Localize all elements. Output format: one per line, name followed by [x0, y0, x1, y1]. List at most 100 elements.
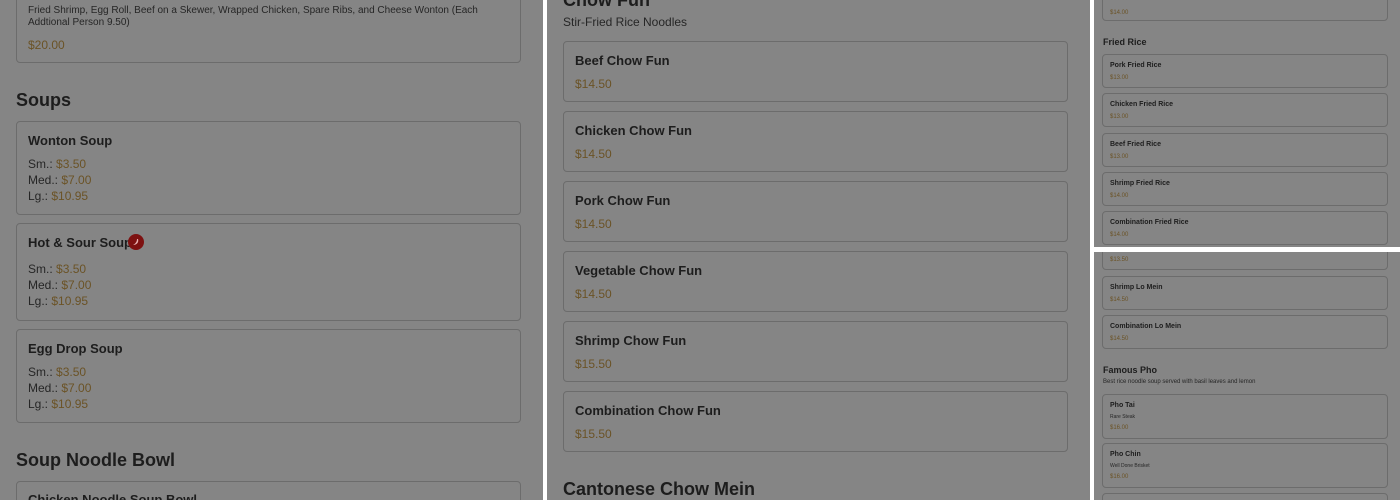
- item-name: Pork Fried Rice: [1110, 62, 1162, 69]
- menu-item-card[interactable]: $14.00: [1102, 0, 1388, 21]
- item-name: Vegetable Chow Fun: [575, 263, 703, 278]
- size-price-row: Sm.: $3.50: [28, 157, 86, 171]
- size-price-row: Med.: $7.00: [28, 278, 91, 292]
- item-name: Pho Tai: [1110, 402, 1135, 409]
- size-price: $3.50: [56, 262, 87, 276]
- size-label: Med.:: [28, 278, 59, 292]
- size-label: Lg.:: [28, 294, 49, 308]
- item-price: $14.00: [1110, 232, 1129, 238]
- item-name: Egg Drop Soup: [28, 341, 123, 356]
- menu-item-card[interactable]: Combination Fried Rice $14.00: [1102, 211, 1388, 245]
- item-name: Combination Chow Fun: [575, 403, 721, 418]
- menu-item-card[interactable]: Wonton Soup Sm.: $3.50 Med.: $7.00 Lg.: …: [16, 121, 521, 215]
- item-price: $14.50: [575, 287, 612, 301]
- item-price: $14.50: [575, 77, 612, 91]
- item-name: Shrimp Lo Mein: [1110, 284, 1163, 291]
- item-price: $13.00: [1110, 114, 1129, 120]
- menu-item-card[interactable]: Chicken Noodle Soup Bowl: [16, 481, 521, 500]
- item-name: Pork Chow Fun: [575, 193, 671, 208]
- item-subtitle: Well Done Brisket: [1110, 463, 1150, 469]
- section-title-fried-rice: Fried Rice: [1103, 37, 1147, 47]
- menu-item-card[interactable]: Beef Chow Fun $14.50: [563, 41, 1068, 102]
- size-label: Lg.:: [28, 189, 49, 203]
- menu-item-card[interactable]: Combination Chow Fun $15.50: [563, 391, 1068, 452]
- section-subtitle: Stir-Fried Rice Noodles: [563, 15, 688, 29]
- section-title-soups: Soups: [16, 90, 72, 110]
- item-price: $14.00: [1110, 10, 1129, 16]
- size-label: Sm.:: [28, 365, 53, 379]
- size-label: Med.:: [28, 173, 59, 187]
- menu-panel-fried-rice: $14.00 Fried Rice Pork Fried Rice $13.00…: [1094, 0, 1400, 247]
- size-price-row: Med.: $7.00: [28, 173, 91, 187]
- item-name: Pho Chin: [1110, 451, 1141, 458]
- menu-item-card[interactable]: Vegetable Chow Fun $14.50: [563, 251, 1068, 312]
- size-price-row: Lg.: $10.95: [28, 397, 88, 411]
- item-price: $16.00: [1110, 425, 1129, 431]
- item-name: Chicken Noodle Soup Bowl: [28, 492, 198, 500]
- item-name: Hot & Sour Soup: [28, 235, 132, 250]
- size-price-row: Sm.: $3.50: [28, 365, 86, 379]
- menu-panel-soups: Fried Shrimp, Egg Roll, Beef on a Skewer…: [0, 0, 543, 500]
- item-name: Combination Lo Mein: [1110, 323, 1182, 330]
- item-name: Beef Fried Rice: [1110, 141, 1161, 148]
- size-label: Sm.:: [28, 262, 53, 276]
- size-label: Med.:: [28, 381, 59, 395]
- item-name: Combination Fried Rice: [1110, 219, 1189, 226]
- menu-item-card[interactable]: Pho Tai Rare Steak $16.00: [1102, 394, 1388, 439]
- item-price: $14.00: [1110, 193, 1129, 199]
- item-name: Shrimp Chow Fun: [575, 333, 687, 348]
- item-name: Chicken Chow Fun: [575, 123, 692, 138]
- item-price: $14.50: [575, 147, 612, 161]
- spicy-chili-icon: [128, 234, 144, 250]
- size-price: $3.50: [56, 365, 87, 379]
- item-subtitle: Rare Steak: [1110, 414, 1136, 420]
- item-price: $15.50: [575, 357, 612, 371]
- menu-item-card[interactable]: Chicken Chow Fun $14.50: [563, 111, 1068, 172]
- size-label: Lg.:: [28, 397, 49, 411]
- item-name: Wonton Soup: [28, 133, 113, 148]
- item-price: $13.00: [1110, 154, 1129, 160]
- size-price: $7.00: [61, 173, 92, 187]
- menu-item-card[interactable]: Beef Fried Rice $13.00: [1102, 133, 1388, 167]
- menu-item-card[interactable]: Egg Drop Soup Sm.: $3.50 Med.: $7.00 Lg.…: [16, 329, 521, 423]
- size-price: $7.00: [61, 381, 92, 395]
- item-price: $14.50: [1110, 297, 1129, 303]
- combo-description: Fried Shrimp, Egg Roll, Beef on a Skewer…: [28, 5, 478, 28]
- menu-item-card[interactable]: $13.50: [1102, 252, 1388, 270]
- menu-item-card[interactable]: Shrimp Chow Fun $15.50: [563, 321, 1068, 382]
- menu-item-card[interactable]: Pho Chin Well Done Brisket $16.00: [1102, 443, 1388, 488]
- item-name: Beef Chow Fun: [575, 53, 670, 68]
- menu-item-card[interactable]: Pork Chow Fun $14.50: [563, 181, 1068, 242]
- size-price-row: Sm.: $3.50: [28, 262, 86, 276]
- section-title-famous-pho: Famous Pho: [1103, 365, 1158, 375]
- combo-card[interactable]: Fried Shrimp, Egg Roll, Beef on a Skewer…: [16, 0, 521, 63]
- item-price: $15.50: [575, 427, 612, 441]
- section-title-chow-fun: Chow Fun: [563, 0, 650, 10]
- section-title-soup-noodle-bowl: Soup Noodle Bowl: [16, 450, 175, 470]
- menu-item-card[interactable]: Pork Fried Rice $13.00: [1102, 54, 1388, 88]
- combo-price: $20.00: [28, 38, 65, 52]
- size-price-row: Lg.: $10.95: [28, 294, 88, 308]
- menu-item-card[interactable]: Shrimp Fried Rice $14.00: [1102, 172, 1388, 206]
- menu-item-card[interactable]: [1102, 493, 1388, 500]
- size-price: $3.50: [56, 157, 87, 171]
- size-price-row: Med.: $7.00: [28, 381, 91, 395]
- item-price: $14.50: [1110, 336, 1129, 342]
- menu-item-card[interactable]: Shrimp Lo Mein $14.50: [1102, 276, 1388, 310]
- item-price: $13.00: [1110, 75, 1129, 81]
- menu-item-card[interactable]: Chicken Fried Rice $13.00: [1102, 93, 1388, 127]
- section-subtitle: Best rice noodle soup served with basil …: [1103, 379, 1256, 385]
- menu-item-card[interactable]: Combination Lo Mein $14.50: [1102, 315, 1388, 349]
- menu-item-card[interactable]: Hot & Sour Soup Sm.: $3.50 Med.: $7.00 L…: [16, 223, 521, 321]
- size-price-row: Lg.: $10.95: [28, 189, 88, 203]
- item-price: $14.50: [575, 217, 612, 231]
- item-price: $13.50: [1110, 257, 1129, 263]
- size-price: $7.00: [61, 278, 92, 292]
- section-title-cantonese-chow-mein: Cantonese Chow Mein: [563, 479, 756, 499]
- menu-panel-lo-mein-pho: $13.50 Shrimp Lo Mein $14.50 Combination…: [1094, 252, 1400, 500]
- size-price: $10.95: [51, 294, 89, 308]
- item-price: $16.00: [1110, 474, 1129, 480]
- item-name: Shrimp Fried Rice: [1110, 180, 1170, 187]
- size-price: $10.95: [51, 397, 89, 411]
- item-name: Chicken Fried Rice: [1110, 101, 1174, 108]
